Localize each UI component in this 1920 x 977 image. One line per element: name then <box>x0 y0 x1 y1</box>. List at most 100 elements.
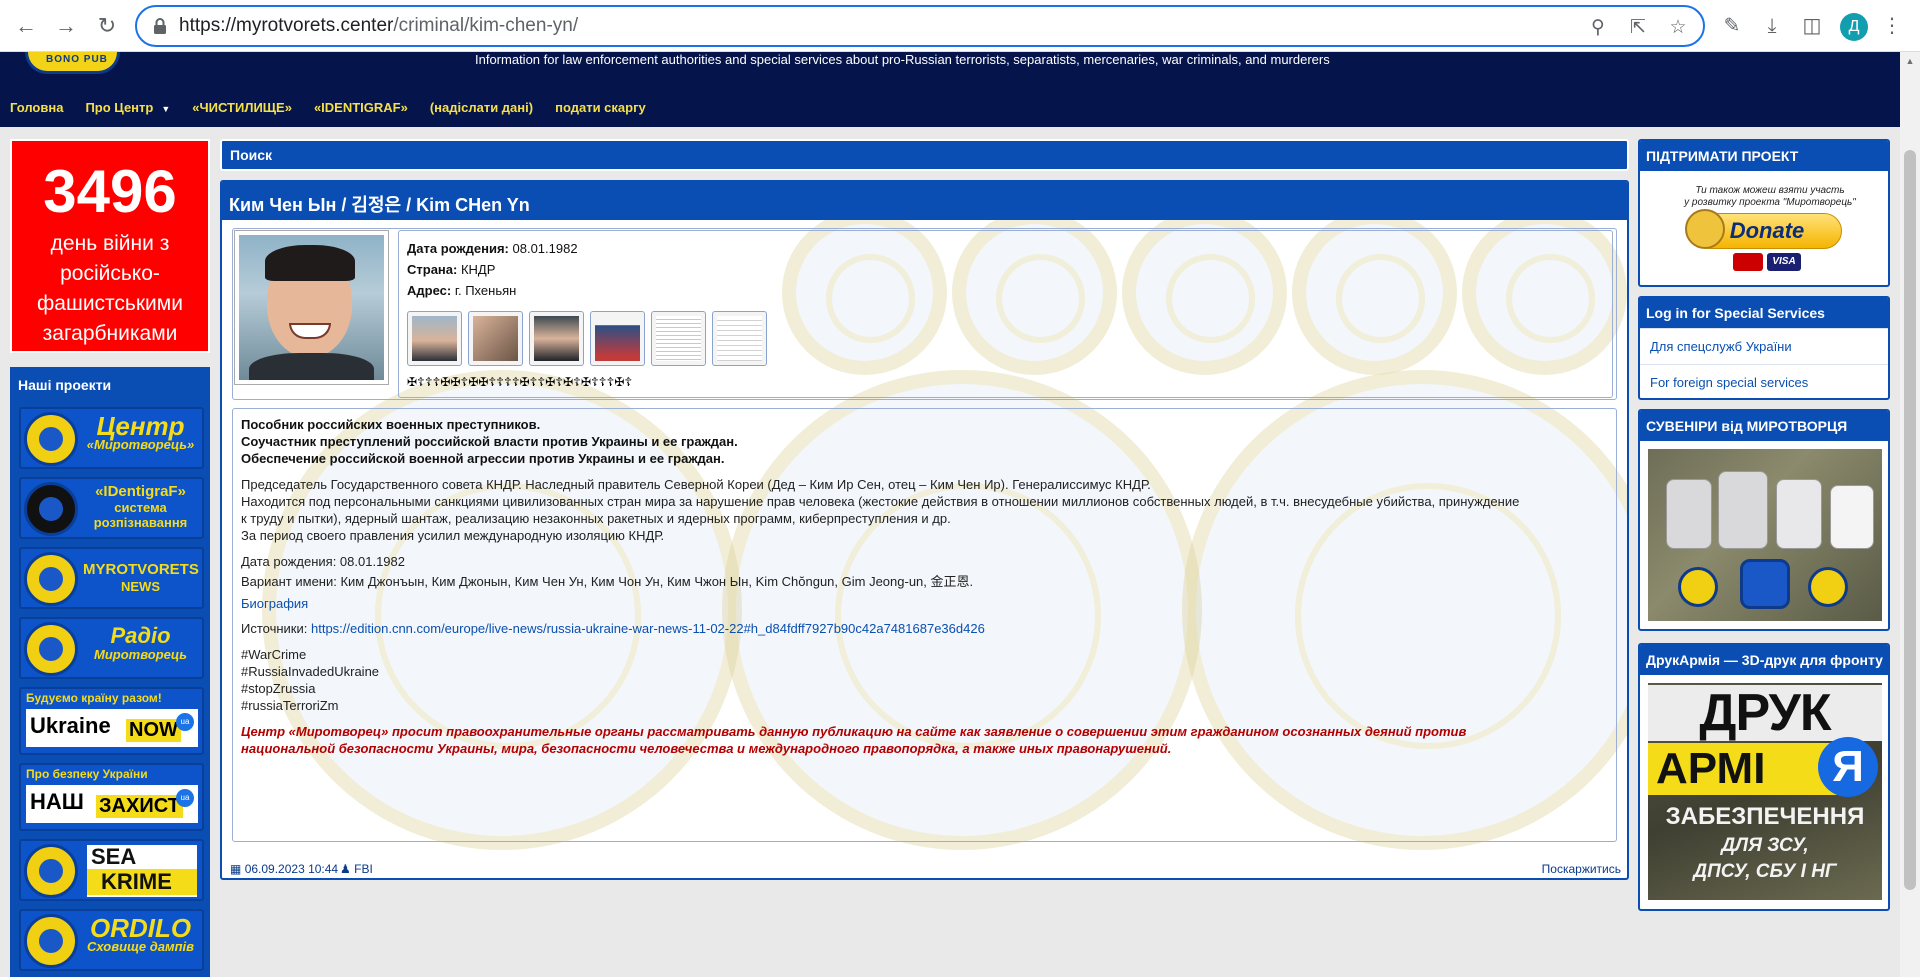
document-thumbnail[interactable] <box>712 311 767 366</box>
site-header: BONO PUB Information for law enforcement… <box>0 52 1900 127</box>
user-icon: ♟ <box>340 862 351 876</box>
document-thumbnail[interactable] <box>651 311 706 366</box>
url-text: https://myrotvorets.center/criminal/kim-… <box>179 15 579 36</box>
complain-link[interactable]: Поскаржитись <box>1542 862 1621 876</box>
address-bar[interactable]: https://myrotvorets.center/criminal/kim-… <box>135 5 1705 47</box>
photo-thumbnail[interactable] <box>590 311 645 366</box>
hashtag[interactable]: #russiaTerroriZm <box>241 698 339 713</box>
birth-date-line: Дата рождения: 08.01.1982 <box>241 554 405 569</box>
country: Страна: КНДР <box>407 262 496 277</box>
scrollbar-thumb[interactable] <box>1904 150 1916 890</box>
article-title-bar: Ким Чен Ын / 김정은 / Kim CHen Yn <box>222 182 1627 220</box>
hashtag[interactable]: #stopZrussia <box>241 681 315 696</box>
sea-krime-emblem-icon <box>24 844 78 898</box>
article-body: Пособник российских военных преступников… <box>232 408 1617 842</box>
nav-complaint[interactable]: подати скаргу <box>555 100 646 115</box>
nav-about[interactable]: Про Центр ▼ <box>85 100 170 115</box>
druk-armiya-banner[interactable]: ДРУК АРМІ Я ЗАБЕЗПЕЧЕННЯ ДЛЯ ЗСУ, ДПСУ, С… <box>1648 683 1882 900</box>
reload-icon[interactable]: ↻ <box>93 12 121 40</box>
profile-avatar[interactable]: Д <box>1840 13 1868 41</box>
biography-link[interactable]: Биография <box>241 596 308 611</box>
project-center-banner[interactable]: Центр «Миротворець» <box>19 407 204 469</box>
legal-notice-line: национальной безопасности Украины, мира,… <box>241 741 1172 756</box>
back-arrow-icon[interactable]: ← <box>12 12 40 40</box>
mastercard-icon <box>1733 253 1763 271</box>
souvenir-title: СУВЕНІРИ від МИРОТВОРЦЯ <box>1640 411 1888 441</box>
source-link[interactable]: https://edition.cnn.com/europe/live-news… <box>311 621 985 636</box>
person-info-card: Дата рождения: 08.01.1982 Страна: КНДР А… <box>232 228 1617 400</box>
address: Адрес: г. Пхеньян <box>407 283 517 298</box>
nav-home[interactable]: Головна <box>10 100 63 115</box>
druk-armiya-panel: ДрукАрмія — 3D-друк для фронту ДРУК АРМІ… <box>1638 643 1890 911</box>
ua-badge-icon: ua <box>176 789 194 807</box>
projects-title: Наші проекти <box>18 377 112 393</box>
ordilo-emblem-icon <box>24 914 78 968</box>
visa-icon: VISA <box>1767 253 1801 271</box>
hashtag[interactable]: #RussiaInvadedUkraine <box>241 664 379 679</box>
war-day-counter[interactable]: 3496 день війни з російсько- фашистським… <box>10 139 210 353</box>
project-nash-zakhyst-banner[interactable]: Про безпеку України НАШ ЗАХИСТ ua <box>19 763 204 831</box>
war-day-number: 3496 <box>43 158 177 225</box>
top-navigation: Головна Про Центр ▼ «ЧИСТИЛИЩЕ» «IDENTIGR… <box>10 100 646 115</box>
payment-cards: VISA <box>1733 253 1801 271</box>
photo-thumbnail[interactable] <box>407 311 462 366</box>
souvenir-panel: СУВЕНІРИ від МИРОТВОРЦЯ <box>1638 409 1890 631</box>
project-radio-banner[interactable]: Радіо Миротворець <box>19 617 204 679</box>
projects-panel: Наші проекти Центр «Миротворець» «IDentig… <box>10 367 210 977</box>
nav-send-data[interactable]: (надіслати дані) <box>430 100 533 115</box>
description-line: Председатель Государственного совета КНД… <box>241 477 1151 492</box>
souvenir-image[interactable] <box>1648 449 1882 621</box>
hashtag[interactable]: #WarCrime <box>241 647 306 662</box>
accusation-line: Обеспечение российской военной агрессии … <box>241 451 725 466</box>
project-news-banner[interactable]: MYROTVORETS NEWS <box>19 547 204 609</box>
lock-icon[interactable] <box>152 17 168 35</box>
project-ordilo-banner[interactable]: ORDILO Сховище дампів <box>19 909 204 971</box>
zoom-icon[interactable]: ⚲ <box>1587 17 1609 39</box>
browser-toolbar: ← → ↻ https://myrotvorets.center/crimina… <box>0 0 1920 52</box>
coin-icon <box>1685 209 1725 249</box>
news-emblem-icon <box>24 552 78 606</box>
bookmark-star-icon[interactable]: ☆ <box>1667 17 1689 39</box>
login-panel: Log in for Special Services Для спецслуж… <box>1638 296 1890 400</box>
identigraf-emblem-icon <box>24 482 78 536</box>
sanctions-crosses[interactable]: ✠☦☦☦✠✠☦✠✠☦☦☦☦✠☦☦✠☦✠☦✠☦☦☦✠☦ <box>407 375 632 389</box>
photo-thumbnail[interactable] <box>468 311 523 366</box>
birth-date: Дата рождения: 08.01.1982 <box>407 241 578 256</box>
article-title: Ким Чен Ын / 김정은 / Kim CHen Yn <box>229 195 530 215</box>
login-ukraine-link[interactable]: Для спецслужб України <box>1640 328 1888 364</box>
description-line: к труду и пытки), ядерный шантаж, реализ… <box>241 511 951 526</box>
login-foreign-link[interactable]: For foreign special services <box>1640 364 1888 398</box>
sources-line: Источники: https://edition.cnn.com/europ… <box>241 621 985 636</box>
forward-arrow-icon[interactable]: → <box>52 12 80 40</box>
accusation-line: Соучастник преступлений российской власт… <box>241 434 738 449</box>
description-line: За период своего правления усилил междун… <box>241 528 665 543</box>
project-sea-krime-banner[interactable]: SEA KRIME <box>19 839 204 901</box>
caret-down-icon: ▼ <box>161 104 171 114</box>
project-identigraf-banner[interactable]: «IDentigraF» система розпізнавання <box>19 477 204 539</box>
nav-purgatory[interactable]: «ЧИСТИЛИЩЕ» <box>192 100 292 115</box>
person-details: Дата рождения: 08.01.1982 Страна: КНДР А… <box>398 230 1613 398</box>
scroll-up-arrow-icon[interactable]: ▲ <box>1904 56 1916 68</box>
download-icon[interactable]: ⤓ <box>1760 14 1784 38</box>
druk-armiya-title: ДрукАрмія — 3D-друк для фронту <box>1640 645 1888 675</box>
site-logo[interactable]: BONO PUB <box>25 52 120 74</box>
search-header[interactable]: Поиск <box>220 139 1629 171</box>
extensions-icon[interactable]: ✎ <box>1720 14 1744 38</box>
support-panel: ПІДТРИМАТИ ПРОЕКТ Ти також можеш взяти у… <box>1638 139 1890 287</box>
name-variants-line: Вариант имени: Ким Джонъын, Ким Джонын, … <box>241 574 974 589</box>
person-photo[interactable] <box>234 230 389 385</box>
project-ukraine-now-banner[interactable]: Будуємо країну разом! Ukraine NOW ua <box>19 687 204 755</box>
login-title: Log in for Special Services <box>1640 298 1888 328</box>
accusation-line: Пособник российских военных преступников… <box>241 417 541 432</box>
calendar-icon: ▦ <box>230 862 242 876</box>
menu-kebab-icon[interactable]: ⋮ <box>1880 14 1904 38</box>
article-panel: Ким Чен Ын / 김정은 / Kim CHen Yn Дата рожд… <box>220 180 1629 880</box>
radio-emblem-icon <box>24 622 78 676</box>
photo-thumbnail[interactable] <box>529 311 584 366</box>
nav-identigraf[interactable]: «IDENTIGRAF» <box>314 100 408 115</box>
side-panel-icon[interactable]: ◫ <box>1800 14 1824 38</box>
share-icon[interactable]: ⇱ <box>1627 17 1649 39</box>
description-line: Находится под персональными санкциями ци… <box>241 494 1520 509</box>
myrotvorets-emblem-icon <box>24 412 78 466</box>
support-title: ПІДТРИМАТИ ПРОЕКТ <box>1640 141 1888 171</box>
